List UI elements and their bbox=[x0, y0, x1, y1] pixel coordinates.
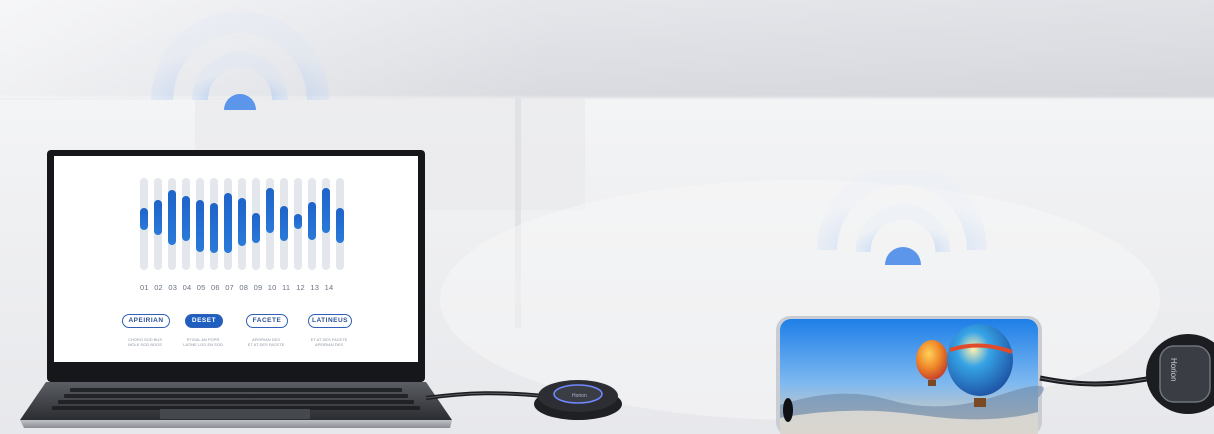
dongle-logo: Horion bbox=[1169, 358, 1178, 382]
smartphone bbox=[776, 316, 1214, 434]
product-scene: Horion 01 02 03 04 05 06 07 08 09 10 11 12 13 14 APEI… bbox=[0, 0, 1214, 434]
